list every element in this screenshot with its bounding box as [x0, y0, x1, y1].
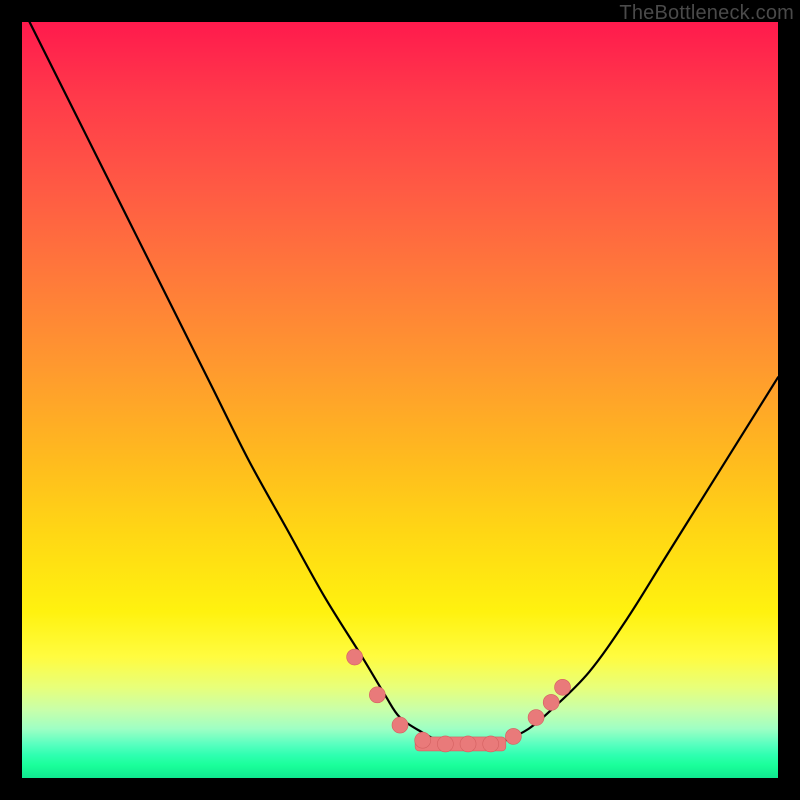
- curve-marker: [543, 694, 559, 710]
- curve-marker: [369, 687, 385, 703]
- curve-marker: [460, 736, 476, 752]
- curve-marker: [528, 710, 544, 726]
- curve-marker: [415, 732, 431, 748]
- plot-area: [22, 22, 778, 778]
- curve-marker: [483, 736, 499, 752]
- curve-marker: [505, 728, 521, 744]
- bottleneck-curve: [30, 22, 778, 744]
- curve-marker: [392, 717, 408, 733]
- curve-svg: [22, 22, 778, 778]
- chart-frame: TheBottleneck.com: [0, 0, 800, 800]
- curve-marker: [555, 679, 571, 695]
- curve-marker: [437, 736, 453, 752]
- curve-marker: [347, 649, 363, 665]
- curve-markers: [347, 649, 571, 752]
